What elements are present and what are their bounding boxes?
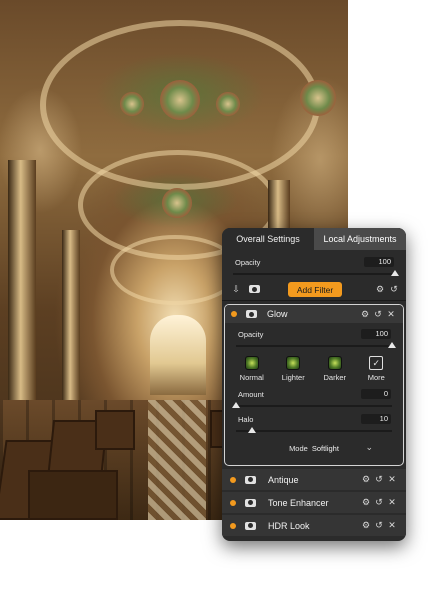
filter-name: Antique (268, 474, 299, 485)
slider-thumb[interactable] (388, 342, 396, 348)
filter-name: Tone Enhancer (268, 497, 329, 508)
camera-icon[interactable] (244, 520, 256, 532)
ceiling-rosette (300, 80, 336, 116)
reset-icon[interactable]: ↺ (388, 283, 400, 295)
gear-icon[interactable]: ⚙ (374, 283, 386, 295)
close-icon[interactable]: ✕ (386, 474, 398, 486)
tab-local-adjustments[interactable]: Local Adjustments (314, 228, 406, 250)
preset-thumbnail (286, 356, 301, 370)
global-opacity-label: Opacity (235, 257, 261, 267)
amount-row: Amount 0 (225, 388, 403, 400)
tab-overall-settings[interactable]: Overall Settings (222, 228, 314, 250)
preset-label: More (367, 373, 385, 382)
enabled-dot-icon[interactable] (230, 476, 236, 483)
camera-icon[interactable] (248, 283, 260, 295)
filter-name: Glow (267, 309, 288, 319)
halo-row: Halo 10 (225, 413, 403, 425)
halo-slider[interactable] (236, 425, 392, 435)
slider-track (236, 405, 392, 407)
gear-icon[interactable]: ⚙ (359, 308, 371, 320)
altar (150, 315, 206, 395)
halo-label: Halo (238, 414, 254, 424)
chevron-down-icon[interactable]: ⌄ (365, 442, 373, 453)
filter-name: HDR Look (268, 520, 310, 531)
glow-presets: Normal Lighter Darker ✓ More (225, 356, 403, 382)
chair (28, 470, 118, 520)
preset-label: Lighter (281, 373, 305, 382)
checkbox-icon: ✓ (369, 356, 384, 370)
enabled-dot-icon[interactable] (230, 522, 236, 529)
ceiling-rosette (162, 188, 192, 218)
slider-track (236, 345, 392, 347)
filter-layer-tone-enhancer[interactable]: Tone Enhancer ⚙ ↺ ✕ (222, 492, 406, 513)
glow-opacity-row: Opacity 100 (225, 328, 403, 340)
camera-icon[interactable] (244, 497, 256, 509)
preset-thumbnail (327, 356, 342, 370)
slider-track (236, 430, 392, 432)
preset-label: Darker (323, 373, 346, 382)
glow-opacity-value[interactable]: 100 (361, 329, 391, 339)
preset-darker[interactable]: Darker (317, 356, 353, 382)
gear-icon[interactable]: ⚙ (360, 520, 372, 532)
camera-icon[interactable] (244, 474, 256, 486)
reset-icon[interactable]: ↺ (373, 474, 385, 486)
filter-layer-antique[interactable]: Antique ⚙ ↺ ✕ (222, 469, 406, 490)
glow-opacity-slider[interactable] (236, 340, 396, 350)
preset-lighter[interactable]: Lighter (275, 356, 311, 382)
preset-more[interactable]: ✓ More (358, 356, 394, 382)
global-opacity-value[interactable]: 100 (364, 257, 394, 267)
mode-value: Softlight (311, 443, 339, 453)
ceiling-rosette (160, 80, 200, 120)
amount-slider[interactable] (232, 400, 392, 410)
close-icon[interactable]: ✕ (386, 520, 398, 532)
gear-icon[interactable]: ⚙ (360, 497, 372, 509)
reset-icon[interactable]: ↺ (373, 520, 385, 532)
filter-layer-hdr-look[interactable]: HDR Look ⚙ ↺ ✕ (222, 515, 406, 536)
glow-filter-header[interactable]: Glow ⚙ ↺ ✕ (225, 305, 403, 323)
global-opacity-row: Opacity 100 (222, 256, 406, 268)
filter-panel: Overall Settings Local Adjustments Opaci… (222, 228, 406, 541)
divider (222, 300, 406, 301)
ceiling-rosette (120, 92, 144, 116)
close-icon[interactable]: ✕ (385, 308, 397, 320)
slider-thumb[interactable] (391, 270, 399, 276)
preset-label: Normal (239, 373, 264, 382)
glow-filter-card: Glow ⚙ ↺ ✕ Opacity 100 Normal Lighter Da… (224, 304, 404, 466)
slider-track (233, 273, 395, 275)
slider-thumb[interactable] (232, 402, 240, 408)
gear-icon[interactable]: ⚙ (360, 474, 372, 486)
add-filter-button[interactable]: Add Filter (288, 282, 342, 297)
amount-value[interactable]: 0 (361, 389, 391, 399)
reset-icon[interactable]: ↺ (373, 497, 385, 509)
global-opacity-slider[interactable] (233, 268, 399, 278)
aisle (148, 400, 206, 520)
chair (95, 410, 135, 450)
mode-label: Mode (289, 443, 308, 453)
tab-bar: Overall Settings Local Adjustments (222, 228, 406, 250)
preset-thumbnail (244, 356, 259, 370)
ceiling-arch (110, 235, 240, 305)
halo-value[interactable]: 10 (361, 414, 391, 424)
glow-opacity-label: Opacity (238, 329, 264, 339)
reset-icon[interactable]: ↺ (372, 308, 384, 320)
preset-normal[interactable]: Normal (234, 356, 270, 382)
blend-mode-select[interactable]: Mode Softlight ⌄ (225, 441, 403, 455)
close-icon[interactable]: ✕ (386, 497, 398, 509)
filter-toolbar: ⇩ Add Filter ⚙ ↺ (222, 278, 406, 300)
slider-thumb[interactable] (247, 427, 256, 433)
ceiling-rosette (216, 92, 240, 116)
amount-label: Amount (238, 389, 264, 399)
camera-icon[interactable] (245, 308, 257, 320)
enabled-dot-icon[interactable] (231, 311, 237, 317)
enabled-dot-icon[interactable] (230, 499, 236, 506)
export-icon[interactable]: ⇩ (230, 283, 242, 295)
